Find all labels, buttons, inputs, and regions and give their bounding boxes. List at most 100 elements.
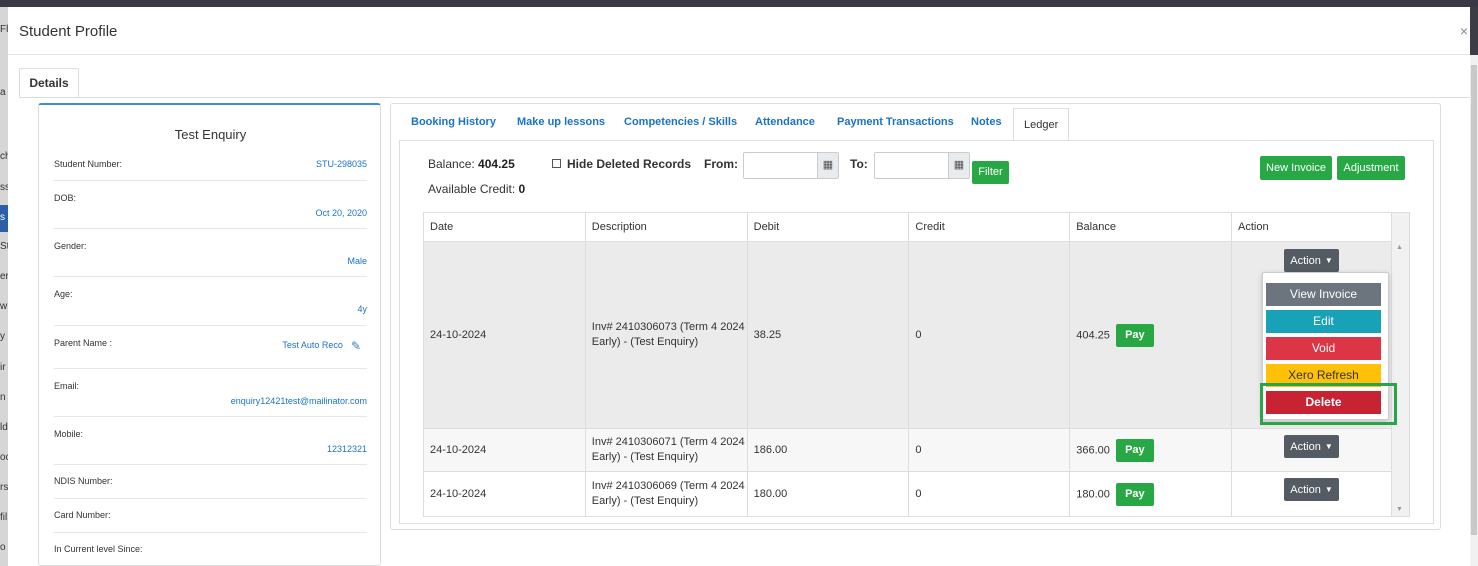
menu-item-edit[interactable]: Edit [1266, 310, 1381, 333]
column-header[interactable]: Balance [1069, 212, 1233, 242]
profile-row-dob: DOB: Oct 20, 2020 [54, 181, 367, 229]
action-cell: Action ▼ [1231, 428, 1392, 472]
table-row: 24-10-2024 Inv# 2410306069 (Term 4 2024 E… [423, 471, 1392, 517]
top-strip [0, 0, 1478, 7]
hide-deleted-checkbox[interactable] [552, 159, 561, 168]
field-label: Student Number: [54, 159, 123, 169]
column-header[interactable]: Credit [908, 212, 1071, 242]
from-label: From: [704, 157, 738, 171]
table-scrollbar[interactable]: ▲ ▼ [1392, 212, 1410, 517]
bg-fragment: rs [0, 482, 8, 493]
balance-value: 404.25 [478, 157, 515, 171]
calendar-icon[interactable]: ▦ [817, 153, 838, 178]
tab-payment-transactions[interactable]: Payment Transactions [837, 116, 954, 128]
scroll-up-icon[interactable]: ▲ [1396, 244, 1403, 251]
tab-make-up-lessons[interactable]: Make up lessons [517, 116, 605, 128]
column-header[interactable]: Debit [746, 212, 910, 242]
description-cell: Inv# 2410306069 (Term 4 2024 Early) - (Te… [584, 471, 748, 517]
balance-cell: 366.00 Pay [1069, 428, 1233, 472]
menu-item-view-invoice[interactable]: View Invoice [1266, 283, 1381, 306]
profile-row-age: Age: 4y [54, 277, 367, 326]
bg-fragment: Fl [0, 24, 8, 35]
caret-down-icon: ▼ [1324, 485, 1333, 494]
caret-down-icon: ▼ [1324, 442, 1333, 451]
bg-fragment: er [0, 271, 8, 282]
column-header[interactable]: Description [584, 212, 748, 242]
credit-cell: 0 [908, 471, 1071, 517]
tab-divider [19, 97, 1470, 98]
profile-row-ndis-number: NDIS Number: [54, 465, 367, 499]
field-value: STU-298035 [315, 159, 367, 169]
field-label: Card Number: [54, 510, 111, 520]
debit-cell: 186.00 [746, 428, 910, 472]
profile-row-parent-name: Parent Name : Test Auto Reco ✎ [54, 326, 367, 369]
available-credit-display: Available Credit: 0 [428, 182, 525, 196]
to-label: To: [850, 157, 868, 171]
balance-display: Balance: 404.25 [428, 157, 515, 171]
ledger-table: Date Description Debit Credit Balance Ac… [423, 212, 1392, 517]
parent-name-link[interactable]: Test Auto Reco [282, 340, 343, 350]
pay-button[interactable]: Pay [1115, 482, 1154, 506]
from-date-input[interactable]: ▦ [743, 152, 839, 179]
tab-booking-history[interactable]: Booking History [411, 116, 496, 128]
bg-fragment: ir [0, 362, 6, 373]
profile-row-student-number: Student Number: STU-298035 [54, 157, 367, 181]
action-dropdown-button[interactable]: Action ▼ [1284, 249, 1340, 272]
field-label: In Current level Since: [54, 544, 143, 554]
profile-row-current-level-since: In Current level Since: [54, 533, 367, 566]
hide-deleted-toggle[interactable]: Hide Deleted Records [552, 157, 691, 171]
balance-value: 366.00 [1076, 443, 1110, 456]
description-line: Early) - (Test Enquiry) [591, 495, 699, 507]
calendar-icon[interactable]: ▦ [948, 153, 969, 178]
pay-button[interactable]: Pay [1115, 438, 1154, 462]
date-cell: 24-10-2024 [423, 471, 586, 517]
delete-highlight-box [1260, 383, 1397, 425]
tab-ledger[interactable]: Ledger [1013, 108, 1070, 140]
adjustment-button[interactable]: Adjustment [1337, 156, 1405, 180]
new-invoice-button[interactable]: New Invoice [1260, 156, 1332, 180]
action-label: Action [1290, 255, 1321, 267]
hide-deleted-label: Hide Deleted Records [567, 157, 692, 171]
profile-row-card-number: Card Number: [54, 499, 367, 533]
caret-down-icon: ▼ [1324, 256, 1333, 265]
balance-value: 404.25 [1076, 328, 1110, 341]
action-label: Action [1290, 441, 1321, 453]
balance-value: 180.00 [1076, 487, 1110, 500]
field-value: Male [347, 256, 367, 266]
action-label: Action [1290, 484, 1321, 496]
tab-attendance[interactable]: Attendance [755, 116, 815, 128]
tab-notes[interactable]: Notes [971, 116, 1002, 128]
profile-card: Test Enquiry Student Number: STU-298035 … [38, 103, 381, 566]
student-name: Test Enquiry [174, 127, 247, 142]
balance-label: Balance: [428, 157, 475, 171]
bg-fragment: y [0, 331, 5, 342]
action-dropdown-button[interactable]: Action ▼ [1284, 478, 1340, 501]
bg-fragment: n [0, 392, 6, 403]
filter-button[interactable]: Filter [972, 161, 1009, 184]
bg-fragment: ch [0, 151, 8, 162]
table-row: 24-10-2024 Inv# 2410306073 (Term 4 2024 E… [423, 241, 1392, 429]
field-label: Parent Name : [54, 338, 113, 348]
modal-header: Student Profile × [8, 7, 1470, 55]
column-header[interactable]: Date [423, 212, 586, 242]
action-dropdown-button[interactable]: Action ▼ [1284, 435, 1340, 458]
pencil-edit-icon[interactable]: ✎ [351, 339, 361, 353]
scrollbar-thumb[interactable] [1471, 65, 1477, 535]
pay-button[interactable]: Pay [1115, 323, 1154, 347]
description-line: Early) - (Test Enquiry) [591, 336, 699, 348]
tab-details[interactable]: Details [19, 68, 79, 98]
tab-competencies-skills[interactable]: Competencies / Skills [624, 116, 737, 128]
profile-row-gender: Gender: Male [54, 229, 367, 277]
background-page: Fl a ch ss s St er w y ir n ld oc rs fil… [0, 7, 8, 566]
field-label: DOB: [54, 193, 77, 203]
close-icon[interactable]: × [1460, 23, 1468, 39]
menu-item-void[interactable]: Void [1266, 337, 1381, 360]
modal-scrollbar[interactable] [1470, 55, 1478, 566]
profile-row-mobile: Mobile: 12312321 [54, 417, 367, 465]
bg-fragment: oc [0, 452, 8, 463]
modal-title: Student Profile [19, 23, 118, 40]
credit-cell: 0 [908, 428, 1071, 472]
scroll-down-icon[interactable]: ▼ [1396, 506, 1403, 513]
date-cell: 24-10-2024 [423, 241, 586, 429]
to-date-input[interactable]: ▦ [874, 152, 970, 179]
